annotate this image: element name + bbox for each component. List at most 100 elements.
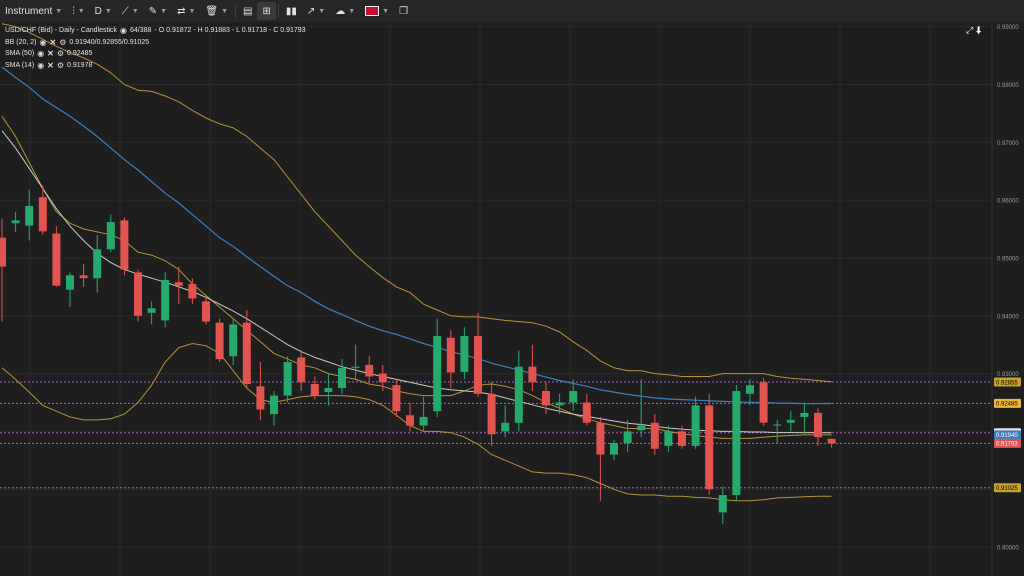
candle-down	[542, 390, 550, 406]
candle-up	[786, 419, 795, 423]
candle-up	[93, 249, 102, 279]
gear-icon[interactable]: ⚙	[57, 60, 64, 72]
close-icon[interactable]: ✕	[50, 37, 57, 49]
legend-sma50-label: SMA (50)	[5, 50, 35, 57]
draw-line-icon: ⟋	[121, 5, 129, 17]
candle-down	[297, 357, 306, 383]
candle-down	[705, 405, 714, 490]
eye-icon[interactable]: ◉	[37, 60, 44, 72]
draw-line-button[interactable]: ⟋ ▼	[117, 2, 144, 20]
candle-type-button[interactable]: ⫶ ▼	[67, 2, 89, 20]
instrument-dropdown[interactable]: Instrument ▼	[0, 2, 67, 20]
eye-icon[interactable]: ◉	[40, 37, 47, 49]
legend-bb-values: 0.91940/0.92855/0.91025	[69, 38, 150, 46]
candle-up	[351, 366, 360, 368]
trash-button[interactable]: 🗑 ▼	[200, 2, 233, 20]
candle-up	[283, 362, 292, 396]
candle-up	[501, 422, 510, 432]
candle-down	[79, 275, 88, 279]
compare-button[interactable]: ⇄ ▼	[172, 2, 200, 20]
price-label-text: 0.92855	[996, 380, 1018, 386]
pencil-icon: ✎	[148, 5, 158, 17]
candle-down	[174, 282, 183, 286]
bar-chart-icon: ▮▮	[285, 5, 297, 17]
grid-view-icon: ⊞	[262, 5, 271, 17]
period-dropdown[interactable]: D ▼	[90, 2, 117, 20]
candle-up	[610, 442, 618, 455]
candle-up	[147, 308, 156, 313]
candle-up	[25, 205, 34, 226]
y-tick-label: 0.96000	[997, 199, 1019, 205]
candle-up	[773, 424, 782, 426]
candle-up	[324, 388, 333, 393]
legend-ohlc: - O 0.91872 - H 0.91883 - L 0.91718 - C …	[154, 27, 306, 34]
candle-down	[759, 382, 768, 423]
expand-icon[interactable]: ⤢	[966, 25, 973, 35]
candle-up	[338, 367, 346, 389]
candle-up	[460, 336, 469, 372]
chevron-down-icon: ▼	[160, 7, 168, 15]
grid-view-button[interactable]: ⊞	[257, 2, 276, 20]
legend-sma50-value: 0.92485	[67, 50, 93, 57]
chevron-down-icon: ▼	[221, 7, 229, 15]
layout-icon: ▤	[243, 5, 253, 17]
candle-down	[596, 422, 605, 455]
window-button[interactable]: ❐	[394, 2, 413, 20]
close-icon[interactable]: ✕	[47, 48, 54, 60]
chevron-down-icon: ▼	[318, 7, 326, 15]
candle-up	[419, 416, 428, 426]
candle-up	[691, 405, 700, 446]
layout-button[interactable]: ▤	[238, 2, 257, 20]
candle-up	[270, 395, 278, 415]
eye-icon[interactable]: ◉	[37, 48, 44, 60]
price-label-text: 0.92485	[996, 402, 1018, 408]
candle-down	[814, 412, 822, 438]
candle-down	[392, 385, 401, 412]
candle-down	[215, 322, 224, 360]
candle-up	[637, 425, 646, 431]
price-chart[interactable]: 0.99000 0.98000 0.97000 0.96000 0.95000 0.940…	[0, 22, 1024, 576]
arrow-button[interactable]: ↗ ▼	[302, 2, 330, 20]
eye-icon[interactable]: ◉	[120, 25, 127, 37]
weather-button[interactable]: ☁ ▼	[330, 2, 360, 20]
candle-down	[446, 337, 455, 373]
legend-sma50-row: SMA (50) ◉ ✕ ⚙ 0.92485	[5, 48, 306, 60]
toolbar-divider	[277, 4, 279, 18]
price-label-text: 0.91793	[996, 442, 1018, 448]
candle-down	[310, 384, 319, 396]
toolbar-divider	[235, 4, 237, 18]
chevron-down-icon: ▼	[55, 7, 63, 15]
toolbar: Instrument ▼ ⫶ ▼ D ▼ ⟋ ▼ ✎ ▼ ⇄ ▼ 🗑 ▼ ▤ ⊞ ▮▮ ↗ ▼ …	[0, 0, 1024, 23]
candle-up	[800, 412, 809, 417]
candle-up	[433, 336, 442, 412]
legend-bb-row: BB (20, 2) ◉ ✕ ⚙ 0.91940/0.92855/0.91025	[5, 37, 306, 49]
chevron-down-icon: ▼	[131, 7, 139, 15]
gear-icon[interactable]: ⚙	[57, 48, 64, 60]
candle-up	[106, 222, 115, 250]
candle-down	[678, 431, 686, 446]
weather-icon: ☁	[335, 5, 346, 17]
chevron-down-icon: ▼	[188, 7, 196, 15]
chevron-down-icon: ▼	[104, 7, 112, 15]
chevron-down-icon: ▼	[382, 7, 390, 15]
download-icon[interactable]: ⬇	[976, 25, 982, 35]
y-tick-label: 0.98000	[997, 83, 1019, 89]
bar-chart-button[interactable]: ▮▮	[281, 2, 302, 20]
gear-icon[interactable]: ⚙	[59, 37, 66, 49]
y-tick-label: 0.95000	[997, 256, 1019, 262]
candle-down	[650, 422, 659, 449]
candle-down	[827, 438, 836, 444]
candle-up	[514, 366, 523, 423]
window-icon: ❐	[399, 5, 409, 17]
candle-down	[242, 322, 251, 385]
close-icon[interactable]: ✕	[47, 60, 54, 72]
pencil-button[interactable]: ✎ ▼	[144, 2, 172, 20]
chart-area[interactable]: 0.99000 0.98000 0.97000 0.96000 0.95000 0.940…	[0, 22, 1024, 576]
candle-down	[365, 364, 374, 377]
candle-up	[623, 431, 632, 443]
language-dropdown[interactable]: ▼	[360, 2, 394, 20]
legend-header: USD/CHF (Bid) - Daily - Candlestick	[5, 27, 118, 34]
candle-down	[487, 393, 496, 435]
chart-legend: USD/CHF (Bid) - Daily - Candlestick ◉ 64…	[5, 25, 306, 71]
legend-header-row: USD/CHF (Bid) - Daily - Candlestick ◉ 64…	[5, 25, 306, 37]
